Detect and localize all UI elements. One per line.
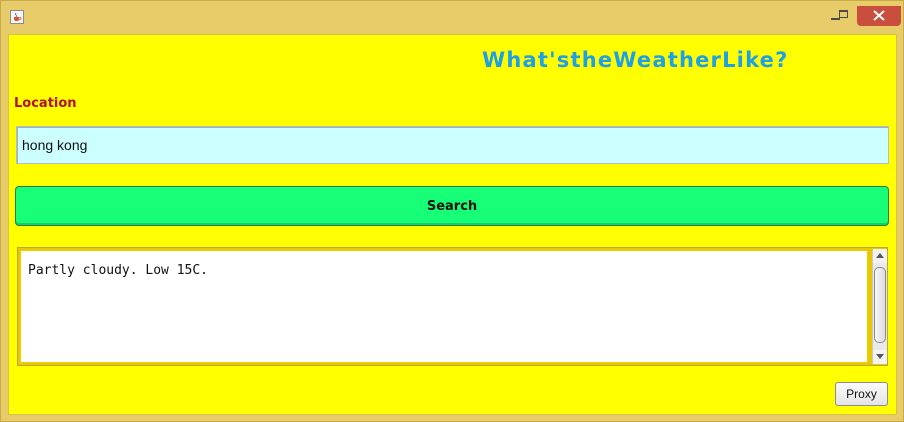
location-label: Location	[14, 96, 77, 111]
scroll-up-icon	[876, 253, 884, 258]
scroll-up-button[interactable]	[873, 249, 887, 263]
proxy-button[interactable]: Proxy	[835, 382, 888, 406]
result-text-area[interactable]: Partly cloudy. Low 15C.	[20, 250, 868, 363]
scroll-thumb[interactable]	[874, 267, 886, 343]
app-window: What'stheWeatherLike? Location Search Pa…	[0, 0, 904, 422]
scroll-down-button[interactable]	[873, 350, 887, 364]
search-button[interactable]: Search	[15, 186, 889, 226]
close-icon	[873, 10, 885, 21]
scroll-down-icon	[876, 354, 884, 359]
main-panel: What'stheWeatherLike? Location Search Pa…	[8, 34, 897, 415]
vertical-scrollbar[interactable]	[872, 249, 887, 364]
title-bar[interactable]	[1, 1, 903, 33]
result-scroll-pane: Partly cloudy. Low 15C.	[17, 247, 888, 366]
maximize-icon	[839, 10, 848, 18]
app-title: What'stheWeatherLike?	[482, 48, 789, 72]
maximize-button[interactable]	[827, 6, 851, 26]
location-input[interactable]	[16, 126, 889, 164]
close-button[interactable]	[857, 6, 901, 26]
java-cup-icon[interactable]	[10, 10, 24, 24]
